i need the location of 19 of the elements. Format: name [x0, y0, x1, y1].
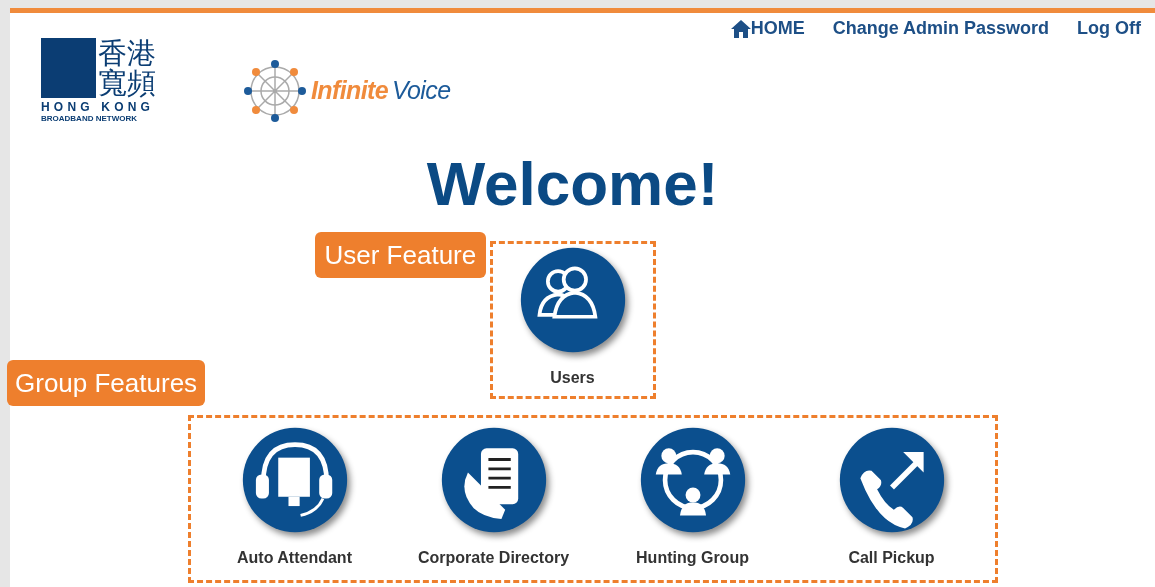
feature-icon[interactable] [837, 426, 946, 534]
feature-icon[interactable] [439, 426, 548, 534]
home-icon [730, 19, 751, 38]
feature-icon[interactable] [518, 246, 627, 354]
nav-link[interactable]: Log Off [1077, 15, 1141, 42]
annotation-callout: Group Features [7, 360, 206, 406]
home-link[interactable]: HOME [730, 15, 805, 42]
feature-label[interactable]: Corporate Directory [417, 546, 570, 570]
product-logo: Infinite Voice [243, 58, 451, 123]
company-logo: 香港 寬頻 HONG KONG BROADBAND NETWORK [41, 38, 157, 123]
annotation-callout: User Feature [314, 232, 487, 278]
nav-link[interactable]: Change Admin Password [832, 15, 1049, 42]
feature-label[interactable]: Users [550, 366, 595, 390]
welcome-heading: Welcome! [425, 153, 720, 215]
feature-icon[interactable] [638, 426, 747, 534]
feature-label[interactable]: Hunting Group [636, 546, 749, 570]
feature-label[interactable]: Auto Attendant [237, 546, 352, 570]
feature-label[interactable]: Call Pickup [848, 546, 935, 570]
feature-icon[interactable] [240, 426, 349, 534]
